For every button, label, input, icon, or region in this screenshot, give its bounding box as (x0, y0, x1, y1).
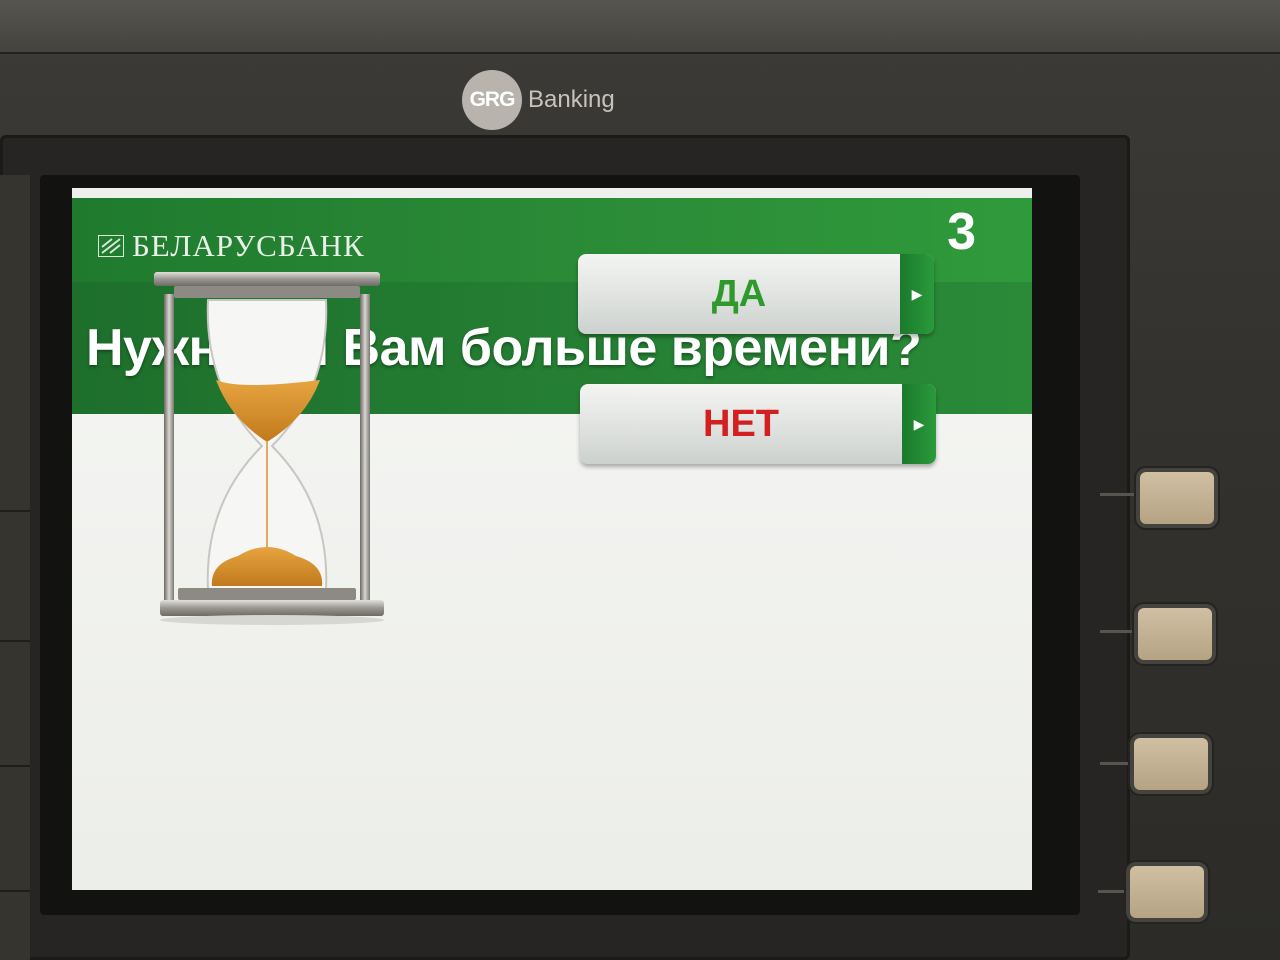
chevron-right-icon: ▶ (902, 384, 936, 464)
step-counter: 3 (947, 203, 976, 261)
manufacturer-logo: GRG Banking (462, 70, 615, 130)
fdk-guide (1100, 493, 1136, 496)
rail-divider (0, 890, 30, 892)
rail-divider (0, 510, 30, 512)
belarusbank-mark-icon (98, 235, 124, 257)
fdk-right-1[interactable] (1140, 472, 1214, 524)
hourglass-icon (154, 272, 384, 625)
rail-divider (0, 765, 30, 767)
atm-top-lip (0, 0, 1280, 54)
left-rail (0, 175, 30, 960)
atm-fascia: GRG Banking БЕЛАРУСБАНК 3 Нужно ли Вам б… (0, 0, 1280, 960)
rail-divider (0, 640, 30, 642)
yes-button-label: ДА (711, 272, 767, 315)
fdk-right-4[interactable] (1130, 866, 1204, 918)
bank-name: БЕЛАРУСБАНК (132, 228, 365, 263)
grg-suffix: Banking (528, 86, 615, 113)
chevron-right-icon: ▶ (900, 254, 934, 334)
grg-badge: GRG (462, 70, 522, 130)
bank-logo: БЕЛАРУСБАНК (98, 228, 365, 264)
fdk-guide (1100, 630, 1136, 633)
fdk-guide (1100, 762, 1132, 765)
fdk-right-2[interactable] (1138, 608, 1212, 660)
fdk-right-3[interactable] (1134, 738, 1208, 790)
yes-button[interactable]: ДА ▶ (578, 254, 934, 334)
fdk-guide (1098, 890, 1128, 893)
no-button[interactable]: НЕТ ▶ (580, 384, 936, 464)
no-button-label: НЕТ (703, 402, 779, 445)
